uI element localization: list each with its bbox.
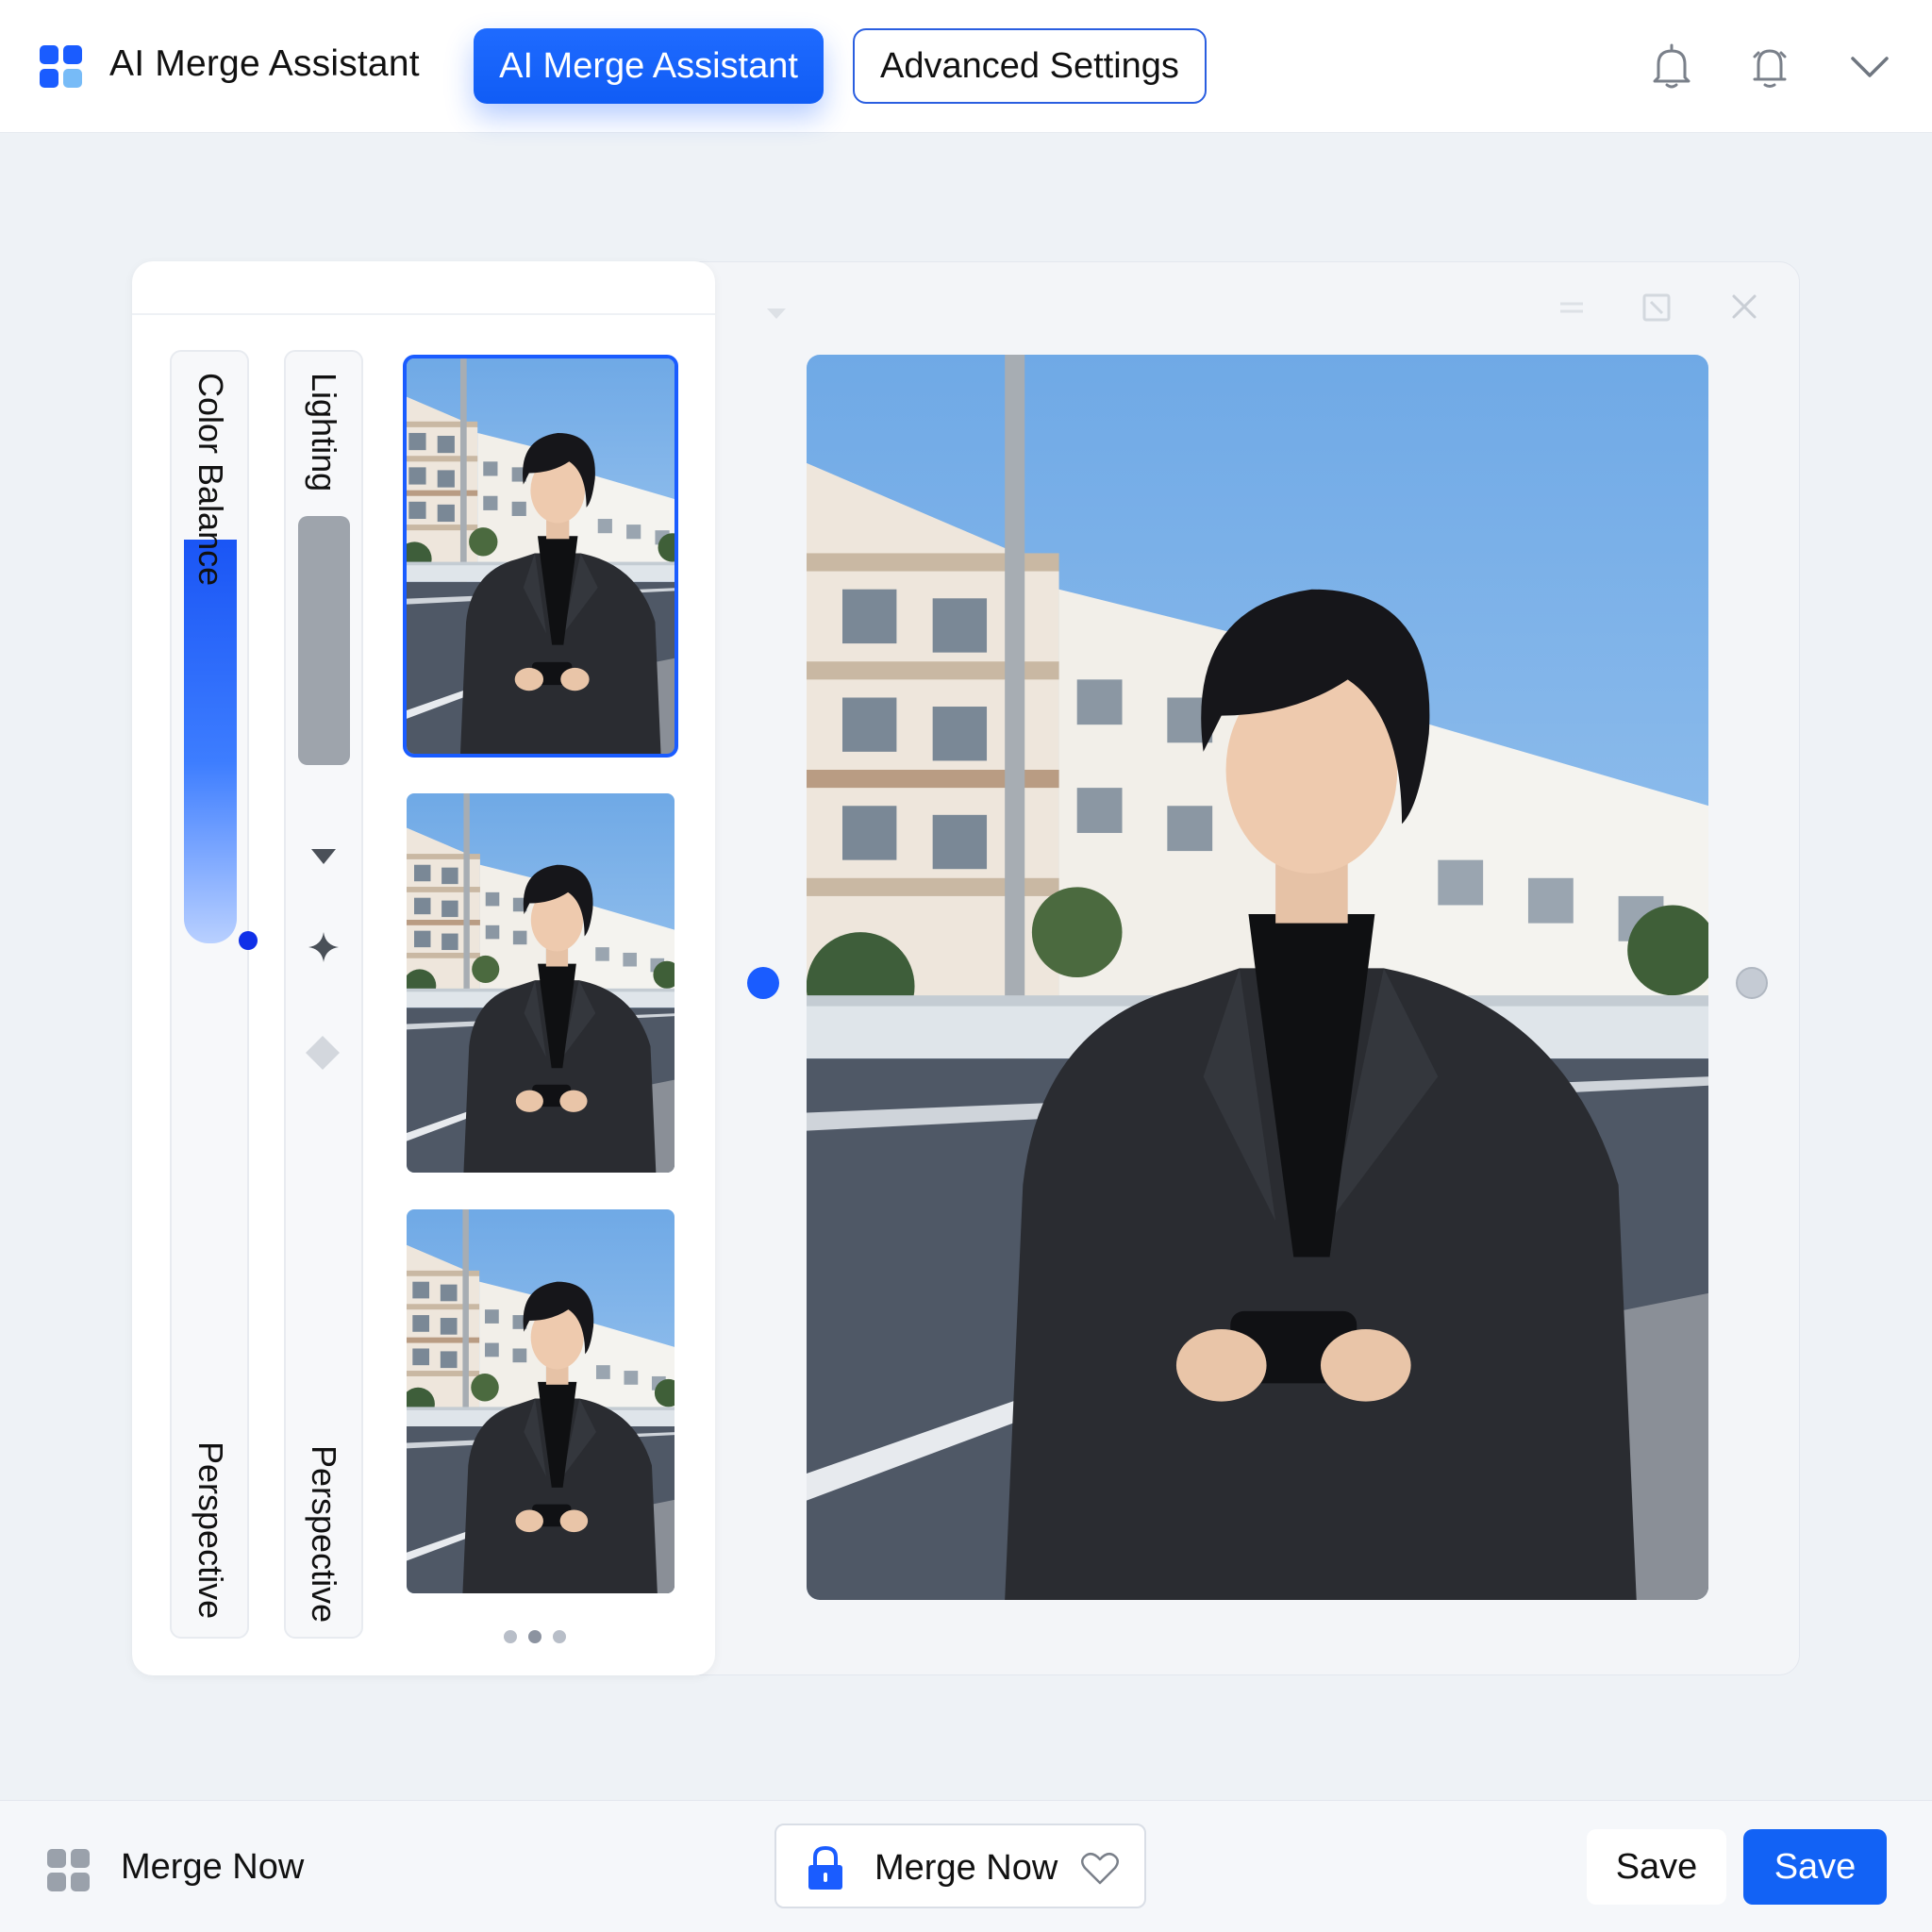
- thumbnail-variant-1[interactable]: [403, 355, 678, 758]
- color-balance-label: Color Balance: [192, 373, 230, 587]
- lighting-bottom-label: Perspective: [305, 1445, 343, 1624]
- close-icon[interactable]: [1730, 292, 1758, 321]
- thumbnail-pager[interactable]: [504, 1630, 566, 1643]
- diamond-icon[interactable]: [304, 1034, 341, 1072]
- sparkle-icon[interactable]: [308, 931, 340, 963]
- lock-icon: [808, 1845, 842, 1890]
- app-title: AI Merge Assistant: [109, 43, 420, 84]
- merged-photo-preview[interactable]: [807, 355, 1708, 1600]
- bell-icon[interactable]: [1641, 36, 1702, 96]
- save-button[interactable]: Save: [1587, 1829, 1726, 1905]
- merge-now-link[interactable]: Merge Now: [121, 1847, 304, 1888]
- merge-now-button-label: Merge Now: [874, 1848, 1058, 1888]
- save-primary-button[interactable]: Save: [1743, 1829, 1887, 1905]
- app-grid-icon: [40, 45, 83, 89]
- notification-icon[interactable]: [1740, 36, 1800, 96]
- maximize-icon[interactable]: [1641, 292, 1672, 323]
- heart-icon[interactable]: [1080, 1852, 1120, 1886]
- tab-advanced-settings[interactable]: Advanced Settings: [853, 28, 1207, 104]
- top-bar: AI Merge Assistant AI Merge Assistant Ad…: [0, 0, 1932, 133]
- chevron-down-icon[interactable]: [1840, 36, 1900, 96]
- apps-grid-icon[interactable]: [47, 1849, 91, 1892]
- compare-handle-left[interactable]: [747, 967, 779, 999]
- color-balance-knob[interactable]: [239, 931, 258, 950]
- triangle-down-icon[interactable]: [309, 847, 338, 866]
- thumbnail-variant-3[interactable]: [407, 1209, 675, 1593]
- lighting-level-bar[interactable]: [298, 516, 350, 765]
- lighting-label: Lighting: [305, 373, 343, 492]
- color-balance-fill: [184, 540, 237, 943]
- dropdown-caret-icon[interactable]: [766, 308, 787, 321]
- merge-now-button[interactable]: Merge Now: [774, 1824, 1146, 1908]
- adjustment-panel-header: [132, 261, 715, 315]
- color-balance-bottom-label: Perspective: [192, 1441, 230, 1620]
- minimize-icon[interactable]: [1558, 296, 1585, 319]
- thumbnail-variant-2[interactable]: [407, 793, 675, 1173]
- compare-handle-right[interactable]: [1736, 967, 1768, 999]
- tab-ai-merge-assistant[interactable]: AI Merge Assistant: [474, 28, 824, 104]
